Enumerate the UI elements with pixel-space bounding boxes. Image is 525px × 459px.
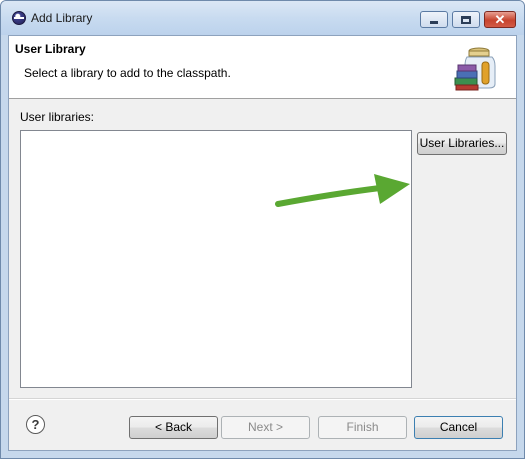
eclipse-icon: [12, 11, 26, 25]
finish-button[interactable]: Finish: [318, 416, 407, 439]
user-libraries-label: User libraries:: [20, 110, 95, 124]
maximize-icon: [461, 15, 471, 24]
wizard-header: User Library Select a library to add to …: [9, 36, 516, 99]
title-bar[interactable]: Add Library ✕: [1, 1, 524, 35]
add-library-dialog: Add Library ✕ User Library Select a libr…: [0, 0, 525, 459]
minimize-icon: [430, 21, 438, 24]
footer-separator: [9, 398, 516, 400]
page-description: Select a library to add to the classpath…: [24, 66, 231, 80]
back-button[interactable]: < Back: [129, 416, 218, 439]
window-title: Add Library: [31, 11, 93, 25]
user-libraries-button[interactable]: User Libraries...: [417, 132, 507, 155]
close-icon: ✕: [494, 11, 506, 27]
close-button[interactable]: ✕: [484, 11, 516, 28]
minimize-button[interactable]: [420, 11, 448, 28]
next-button[interactable]: Next >: [221, 416, 310, 439]
library-jar-icon: [454, 47, 496, 91]
page-title: User Library: [15, 42, 86, 56]
dialog-body: User Library Select a library to add to …: [8, 35, 517, 451]
help-icon[interactable]: ?: [26, 415, 45, 434]
maximize-button[interactable]: [452, 11, 480, 28]
cancel-button[interactable]: Cancel: [414, 416, 503, 439]
annotation-arrow-icon: [275, 174, 410, 207]
